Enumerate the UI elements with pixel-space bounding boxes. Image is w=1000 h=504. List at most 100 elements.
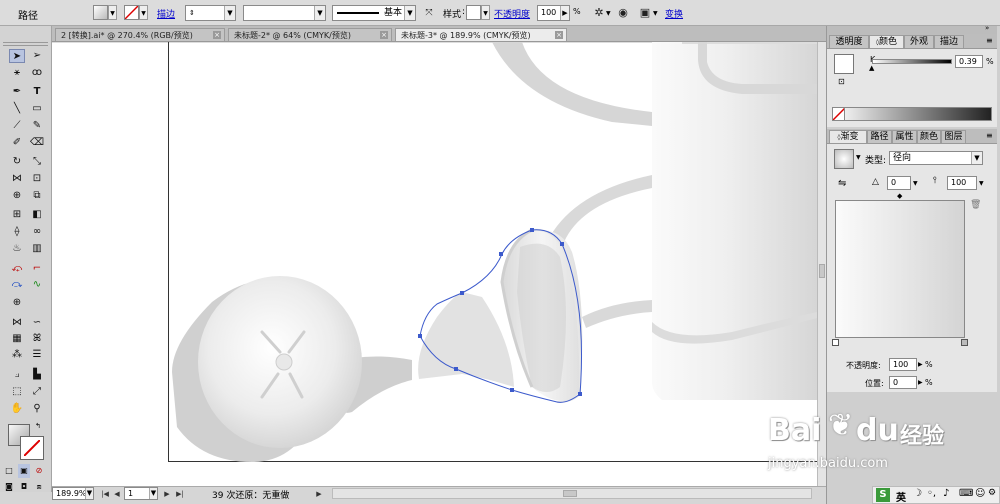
tab-color[interactable]: ◊颜色 [869,35,904,48]
graph-alt-tool-icon[interactable]: ▙ [29,368,45,382]
stop-opacity-dropdown-icon[interactable]: ▶ [918,361,923,368]
prev-page-button[interactable]: ◀ [112,489,122,499]
scale-tool-icon[interactable]: ⤡ [29,155,45,169]
crosshair-tool-icon[interactable]: ⊕ [9,296,25,310]
stroke-weight-field[interactable]: ⇕ ▼ [185,5,236,21]
envelope-tool-icon[interactable]: ⋈ [9,316,25,330]
stroke-weight-dropdown[interactable]: ▼ [224,6,235,20]
none-color-swatch[interactable] [833,108,845,120]
collapse-dock-icon[interactable]: » [985,24,989,32]
stroke-color-swatch[interactable] [20,436,44,460]
perspective-grid-tool-icon[interactable]: ⧉ [29,189,45,203]
gradient-mode-icon[interactable]: ▣ [18,464,30,478]
k-value-field[interactable]: 0.39 [955,55,983,68]
ratio-dropdown-icon[interactable]: ▼ [979,180,984,187]
tab-color-2[interactable]: 颜色 [917,130,941,143]
ratio-field[interactable]: 100 [947,176,977,190]
canvas-area[interactable] [52,42,817,486]
k-slider-thumb-icon[interactable]: ▲ [869,64,874,72]
gradient-preview-swatch[interactable] [834,149,854,169]
transform-link[interactable]: 变换 [665,7,683,20]
draw-behind-icon[interactable]: ◘ [18,480,30,494]
tab-transparency[interactable]: 透明度 [829,35,869,48]
recolor-icon[interactable]: ✲ [591,5,607,21]
slice-tool-icon[interactable]: ⟓ [9,368,25,382]
ime-user-icon[interactable]: ☺ [975,488,985,499]
panel-menu-icon[interactable]: ≡ [986,36,993,45]
k-spectrum-bar[interactable] [832,107,992,121]
tab-stroke[interactable]: 描边 [934,35,964,48]
color-mode-icon[interactable]: □ [3,464,15,478]
close-tab-icon[interactable]: × [380,31,388,39]
stroke-profile-field[interactable]: 基本 ▼ [332,5,416,21]
ime-language-label[interactable]: 英 [896,489,906,504]
close-tab-icon[interactable]: × [555,31,563,39]
stroke-swatch[interactable] [124,5,139,20]
ime-settings-icon[interactable]: ⚙ [988,488,996,498]
stroke-link[interactable]: 描边 [157,7,175,20]
draw-normal-icon[interactable]: ◙ [3,480,15,494]
isolate-icon[interactable]: ◉ [615,5,631,21]
out-of-gamut-icon[interactable]: ⊡ [838,77,845,86]
tab-gradient[interactable]: ◊渐变 [829,130,867,143]
knife-tool-icon[interactable]: ⤢ [29,385,45,399]
rotate-tool-icon[interactable]: ↻ [9,155,25,169]
gradient-panel-menu-icon[interactable]: ≡ [986,131,993,140]
angle-dropdown-icon[interactable]: ▼ [913,180,918,187]
list-tool-icon[interactable]: ☰ [29,348,45,362]
fill-preview-swatch[interactable] [834,54,854,74]
h-scrollbar-thumb[interactable] [563,490,577,497]
last-page-button[interactable]: ▶| [173,489,187,499]
tab-attributes[interactable]: 属性 [892,130,917,143]
zoom-dropdown[interactable]: ▼ [85,488,93,499]
next-page-button[interactable]: ▶ [162,489,172,499]
ime-logo-icon[interactable]: S [876,488,890,502]
paintbrush-tool-icon[interactable]: ⟋ [9,119,25,133]
eraser-tool-icon[interactable]: ⌫ [29,136,45,150]
warp-tool-icon[interactable]: ∽ [29,316,45,330]
direct-selection-tool-icon[interactable]: ➢ [29,49,45,63]
artboard-tool-icon[interactable]: ⬚ [9,385,25,399]
stroke-dropdown[interactable]: ▼ [139,5,148,20]
fill-stroke-control[interactable]: ↰ [8,422,44,460]
delete-stop-icon[interactable]: 🗑 [970,200,981,210]
page-dropdown[interactable]: ▼ [149,488,157,499]
pencil-tool-icon[interactable]: ✎ [29,119,45,133]
align-stroke-icon[interactable]: ⤧ [421,5,437,21]
opacity-link[interactable]: 不透明度 [494,7,530,20]
gradient-stop-right[interactable] [961,339,968,346]
variable-width-dropdown[interactable]: ▼ [314,6,325,20]
tab-layers[interactable]: 图层 [941,130,966,143]
custom-tool-1-icon[interactable]: ⤽ [9,262,25,276]
align-dropdown-icon[interactable]: ▼ [653,10,658,17]
pen-tool-icon[interactable]: ✒ [9,85,25,99]
tab-appearance[interactable]: 外观 [904,35,934,48]
gradient-stop-left[interactable] [832,339,839,346]
zoom-field[interactable]: 189.9% ▼ [52,487,94,500]
angle-field[interactable]: 0 [887,176,911,190]
stop-position-dropdown-icon[interactable]: ▶ [918,379,923,386]
hand-tool-icon[interactable]: ✋ [9,402,25,416]
ime-mic-icon[interactable]: ♪ [943,488,949,499]
midpoint-marker-icon[interactable]: ◆ [897,192,902,200]
doc-tab-2[interactable]: 未标题-2* @ 64% (CMYK/预览) × [228,28,392,41]
column-graph-tool-icon[interactable]: ▦ [9,332,25,346]
line-tool-icon[interactable]: ╲ [9,102,25,116]
screen-mode-icon[interactable]: ⧈ [33,480,45,494]
none-mode-icon[interactable]: ⊘ [33,464,45,478]
lasso-tool-icon[interactable]: ꝏ [29,66,45,80]
scatter-tool-icon[interactable]: ⁂ [9,348,25,362]
stroke-weight-spin[interactable]: ⇕ [189,9,195,17]
page-field[interactable]: 1 ▼ [124,487,158,500]
custom-tool-4-icon[interactable]: ∿ [29,278,45,292]
gradient-slider-preview[interactable] [835,200,965,338]
doc-tab-1[interactable]: 2 [转换].ai* @ 270.4% (RGB/预览) × [55,28,225,41]
blob-brush-tool-icon[interactable]: ✐ [9,136,25,150]
symbol-sprayer-tool-icon[interactable]: ♨ [9,242,25,256]
stop-position-field[interactable]: 0 [889,376,917,389]
custom-tool-3-icon[interactable]: ⤼ [9,278,25,292]
custom-tool-2-icon[interactable]: ⌐ [29,262,45,276]
status-menu-arrow[interactable]: ▶ [314,489,324,499]
fill-swatch[interactable] [93,5,108,20]
ime-punct-icon[interactable]: ◦, [927,488,936,499]
